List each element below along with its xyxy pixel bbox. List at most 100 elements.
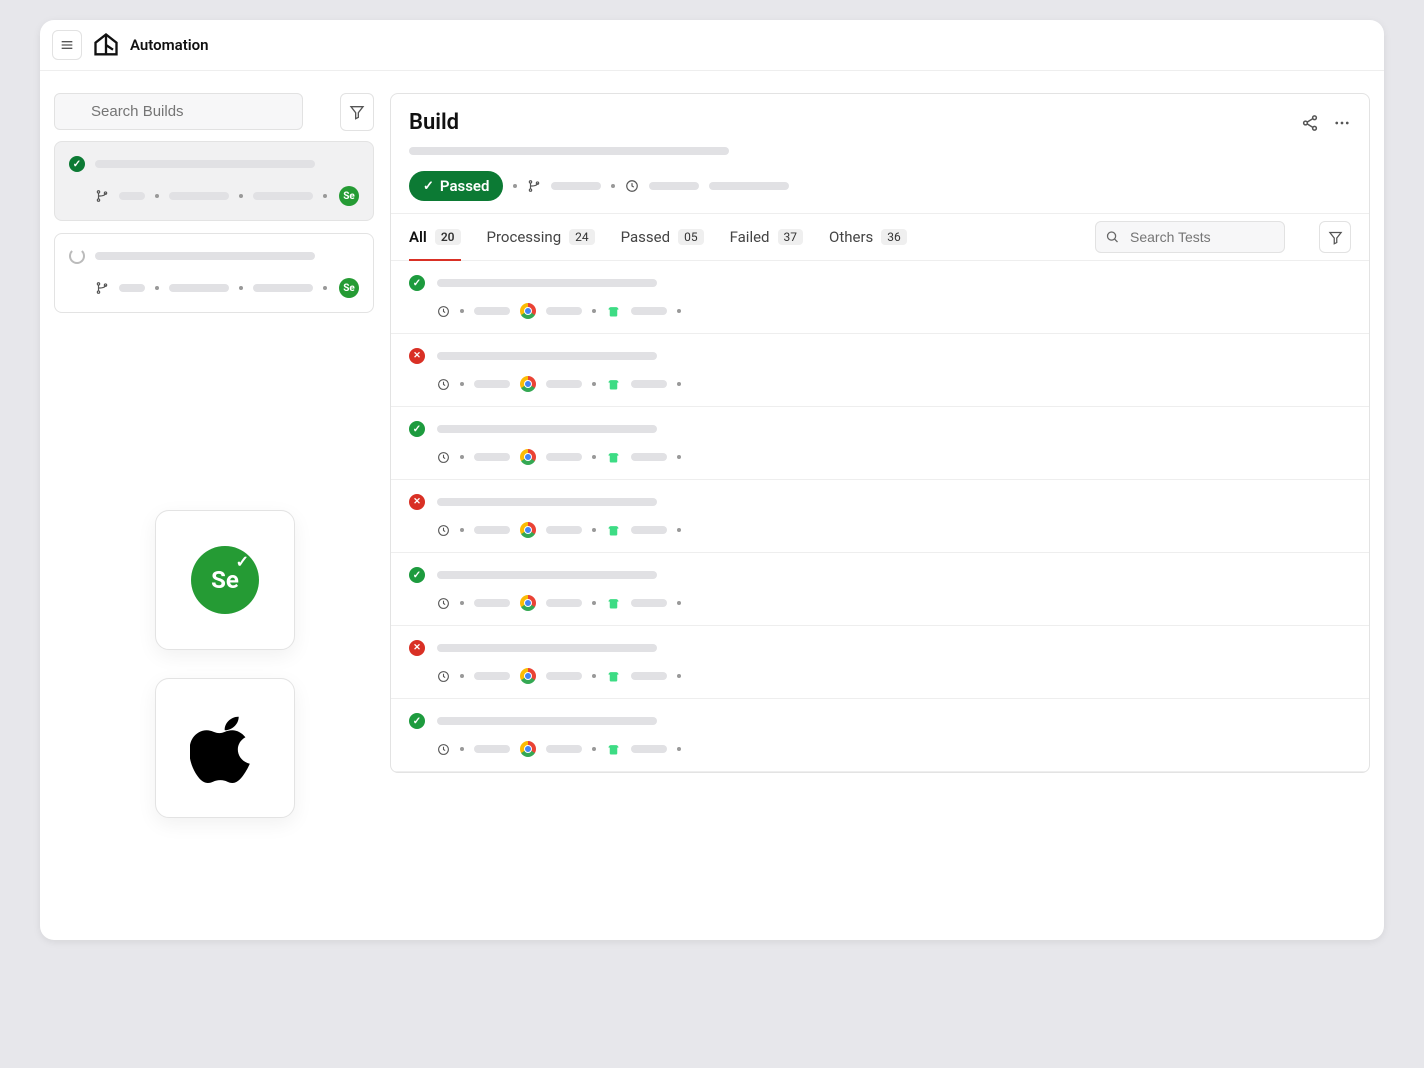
test-row[interactable] bbox=[391, 699, 1369, 772]
test-row[interactable] bbox=[391, 407, 1369, 480]
separator-dot bbox=[592, 455, 596, 459]
chrome-icon bbox=[520, 376, 536, 392]
separator-dot bbox=[155, 194, 159, 198]
status-passed-icon bbox=[69, 156, 85, 172]
android-icon bbox=[606, 523, 621, 538]
more-button[interactable] bbox=[1333, 114, 1351, 132]
separator-dot bbox=[677, 747, 681, 751]
build-card[interactable]: Se bbox=[54, 141, 374, 221]
separator-dot bbox=[460, 601, 464, 605]
status-failed-icon bbox=[409, 348, 425, 364]
search-icon bbox=[1105, 230, 1120, 245]
search-builds-input[interactable] bbox=[54, 93, 303, 130]
placeholder-line bbox=[437, 717, 657, 725]
tab-label: Passed bbox=[621, 228, 670, 246]
chrome-icon bbox=[520, 303, 536, 319]
placeholder-line bbox=[631, 380, 667, 388]
android-icon bbox=[606, 669, 621, 684]
test-row[interactable] bbox=[391, 626, 1369, 699]
status-passed-icon bbox=[409, 713, 425, 729]
selenium-logo-icon: Se bbox=[191, 546, 259, 614]
status-processing-icon bbox=[69, 248, 85, 264]
placeholder-line bbox=[649, 182, 699, 190]
tab-count: 05 bbox=[678, 229, 704, 245]
share-icon bbox=[1301, 114, 1319, 132]
tests-filter-button[interactable] bbox=[1319, 221, 1351, 253]
chrome-icon bbox=[520, 522, 536, 538]
tab-others[interactable]: Others 36 bbox=[829, 214, 907, 260]
tab-label: Failed bbox=[730, 228, 770, 246]
test-row[interactable] bbox=[391, 553, 1369, 626]
status-passed-icon bbox=[409, 275, 425, 291]
separator-dot bbox=[592, 382, 596, 386]
placeholder-line bbox=[546, 745, 582, 753]
separator-dot bbox=[460, 382, 464, 386]
separator-dot bbox=[460, 455, 464, 459]
placeholder-line bbox=[95, 252, 315, 260]
test-row[interactable] bbox=[391, 261, 1369, 334]
placeholder-line bbox=[546, 672, 582, 680]
test-row[interactable] bbox=[391, 480, 1369, 553]
tab-passed[interactable]: Passed 05 bbox=[621, 214, 704, 260]
tab-count: 37 bbox=[778, 229, 804, 245]
separator-dot bbox=[513, 184, 517, 188]
logo: Automation bbox=[92, 31, 209, 59]
tab-all[interactable]: All 20 bbox=[409, 214, 461, 260]
clock-icon bbox=[437, 597, 450, 610]
status-pill: Passed bbox=[409, 171, 503, 201]
menu-button[interactable] bbox=[52, 30, 82, 60]
tab-processing[interactable]: Processing 24 bbox=[487, 214, 595, 260]
status-failed-icon bbox=[409, 494, 425, 510]
separator-dot bbox=[677, 382, 681, 386]
placeholder-line bbox=[546, 453, 582, 461]
clock-icon bbox=[437, 305, 450, 318]
separator-dot bbox=[323, 194, 327, 198]
placeholder-line bbox=[437, 425, 657, 433]
clock-icon bbox=[437, 451, 450, 464]
separator-dot bbox=[460, 747, 464, 751]
chrome-icon bbox=[520, 668, 536, 684]
placeholder-line bbox=[631, 526, 667, 534]
clock-icon bbox=[437, 670, 450, 683]
test-row[interactable] bbox=[391, 334, 1369, 407]
search-tests-input[interactable] bbox=[1095, 221, 1285, 253]
filter-button[interactable] bbox=[340, 93, 374, 131]
more-icon bbox=[1333, 114, 1351, 132]
android-icon bbox=[606, 304, 621, 319]
placeholder-line bbox=[474, 599, 510, 607]
placeholder-line bbox=[253, 284, 313, 292]
filter-icon bbox=[1328, 230, 1343, 245]
menu-icon bbox=[59, 37, 75, 53]
apple-logo-icon bbox=[190, 708, 260, 788]
tab-failed[interactable]: Failed 37 bbox=[730, 214, 803, 260]
tabs: All 20 Processing 24 Passed 05 Failed 37… bbox=[391, 213, 1369, 261]
clock-icon bbox=[437, 524, 450, 537]
build-title: Build bbox=[409, 110, 459, 135]
placeholder-line bbox=[546, 307, 582, 315]
separator-dot bbox=[592, 601, 596, 605]
placeholder-line bbox=[631, 745, 667, 753]
status-passed-icon bbox=[409, 567, 425, 583]
build-card[interactable]: Se bbox=[54, 233, 374, 313]
app-title: Automation bbox=[130, 36, 209, 54]
app-window: Automation bbox=[40, 20, 1384, 940]
placeholder-line bbox=[437, 279, 657, 287]
status-failed-icon bbox=[409, 640, 425, 656]
placeholder-line bbox=[546, 599, 582, 607]
separator-dot bbox=[677, 309, 681, 313]
placeholder-line bbox=[119, 192, 145, 200]
tab-label: Processing bbox=[487, 228, 562, 246]
chrome-icon bbox=[520, 595, 536, 611]
separator-dot bbox=[460, 674, 464, 678]
share-button[interactable] bbox=[1301, 114, 1319, 132]
separator-dot bbox=[677, 528, 681, 532]
placeholder-line bbox=[437, 352, 657, 360]
placeholder-line bbox=[169, 192, 229, 200]
placeholder-line bbox=[631, 672, 667, 680]
separator-dot bbox=[239, 194, 243, 198]
clock-icon bbox=[437, 378, 450, 391]
placeholder-line bbox=[551, 182, 601, 190]
main-panel: Build Passed bbox=[390, 93, 1370, 773]
tab-count: 36 bbox=[881, 229, 907, 245]
apple-card bbox=[155, 678, 295, 818]
